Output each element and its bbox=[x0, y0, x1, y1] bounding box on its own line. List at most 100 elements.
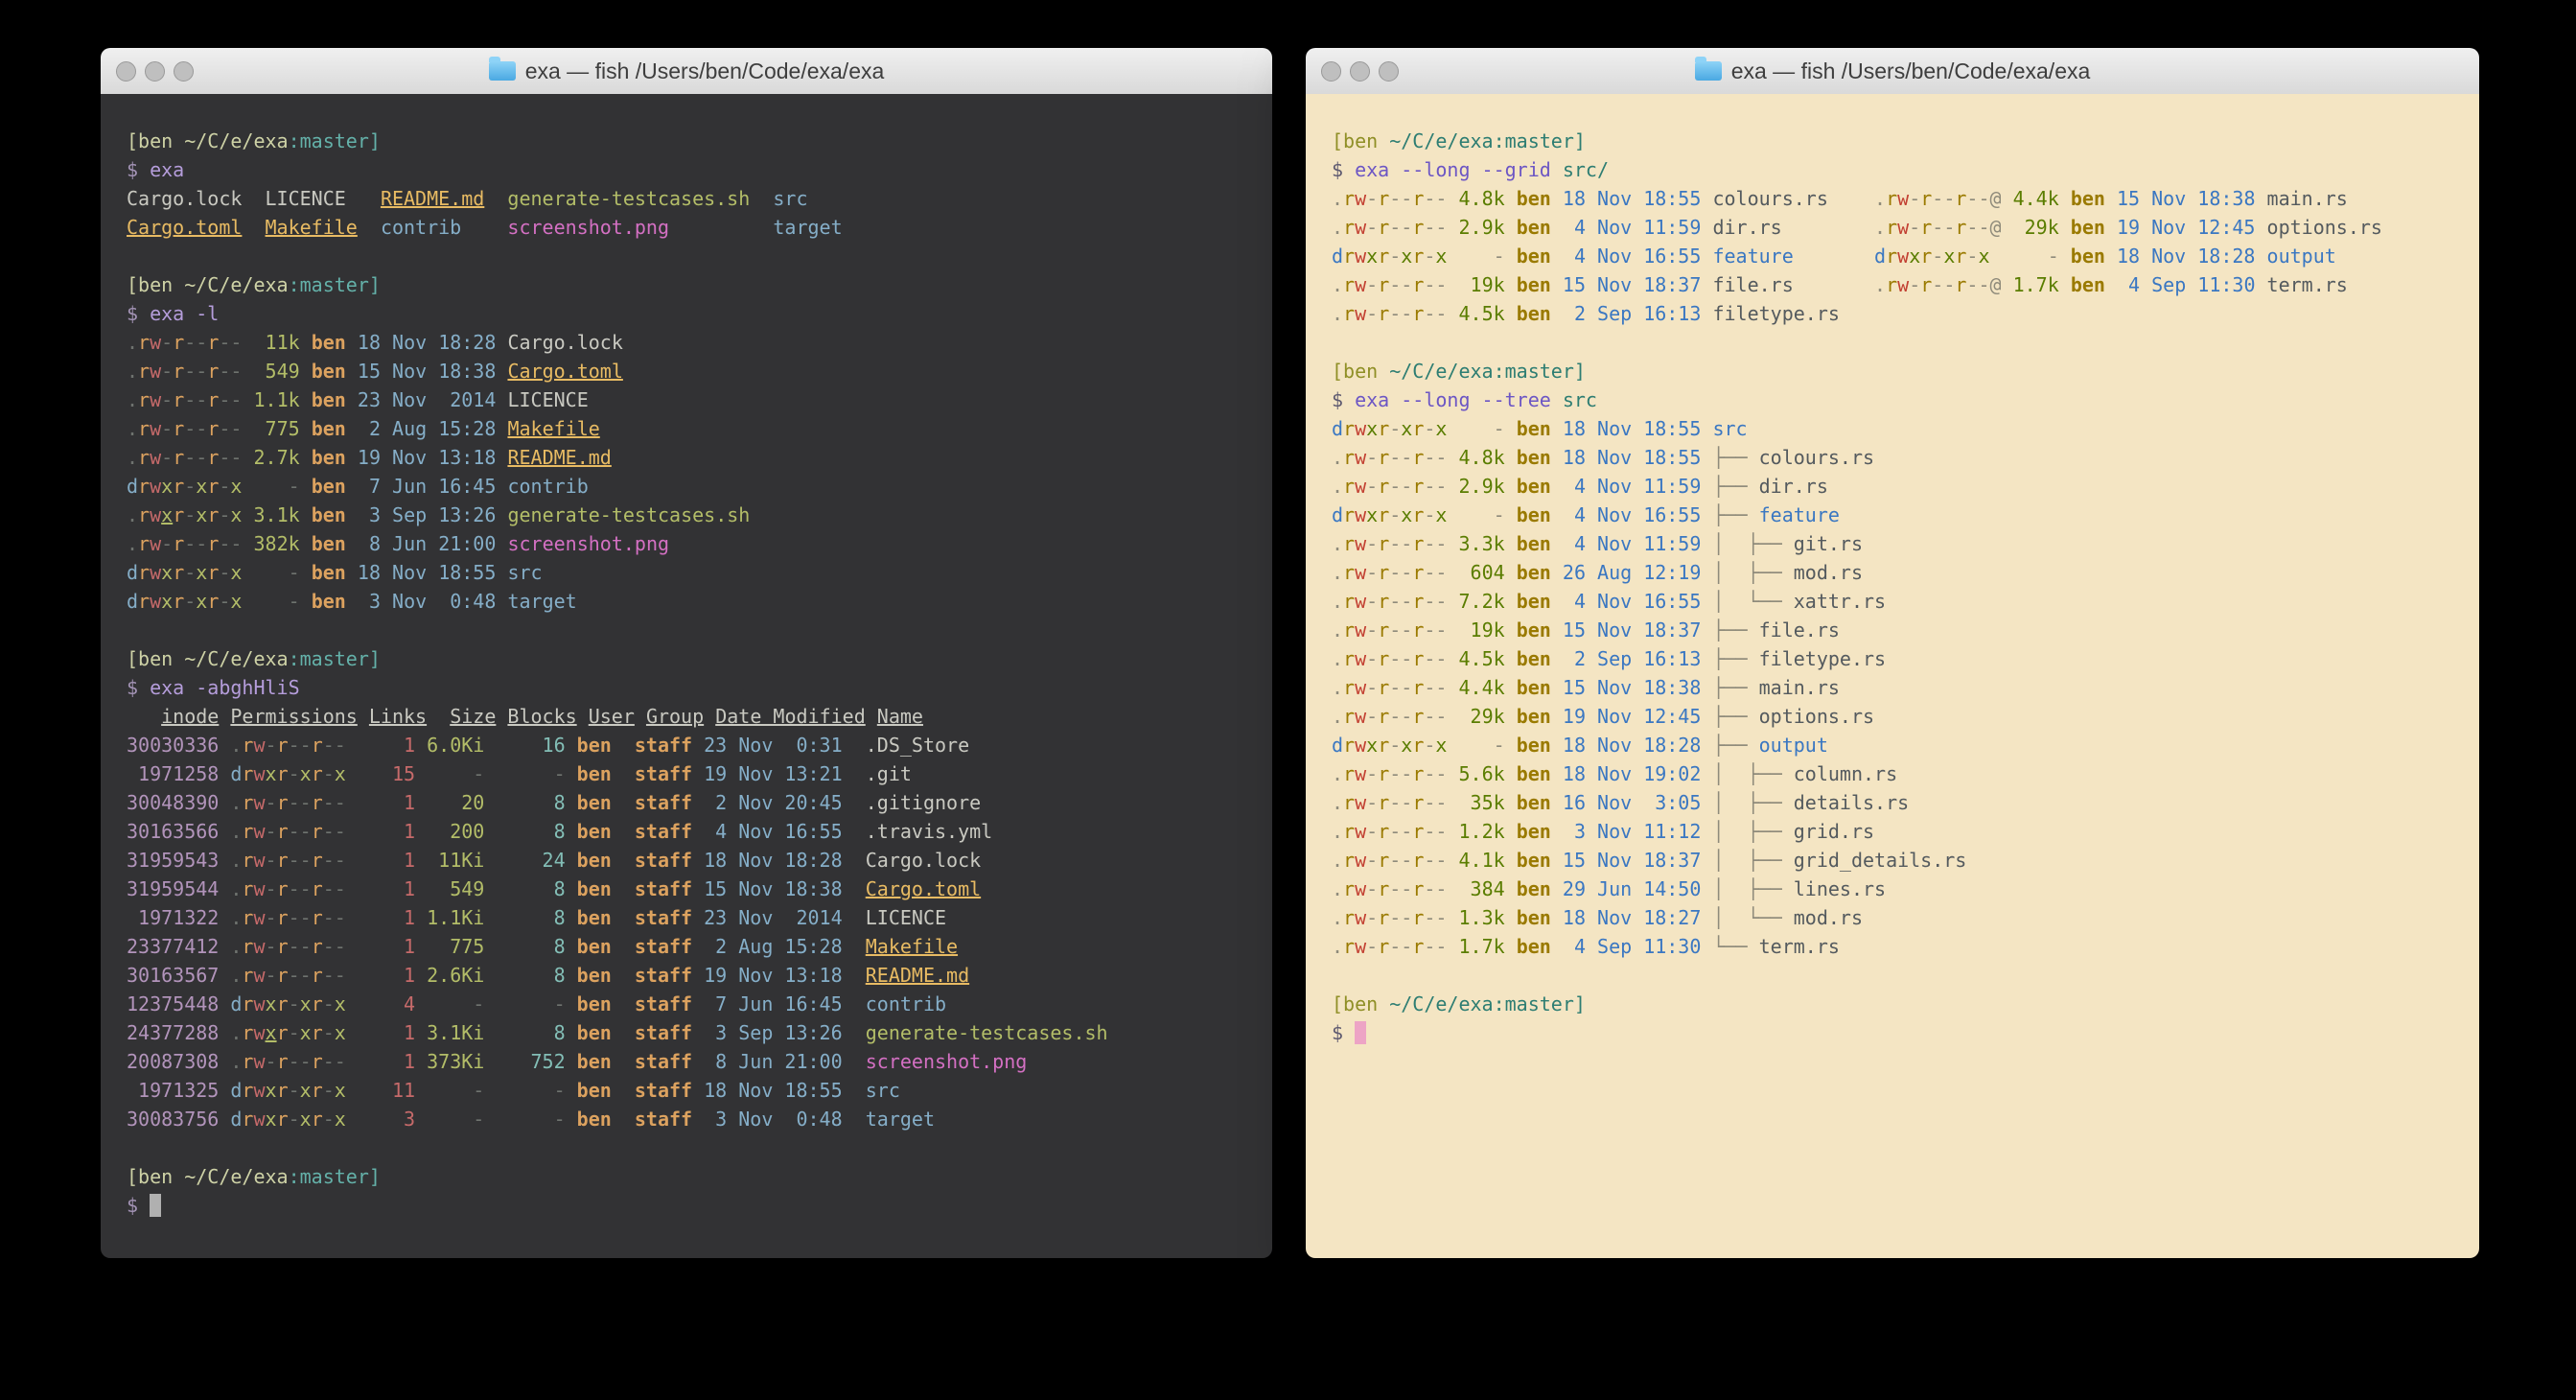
text-segment: $ bbox=[127, 158, 138, 181]
permission-char: r bbox=[277, 1108, 289, 1131]
permission-char: . bbox=[1332, 216, 1343, 239]
text-segment: ben bbox=[1505, 302, 1551, 325]
permission-char: r bbox=[1378, 877, 1389, 900]
permission-char: . bbox=[1332, 187, 1343, 210]
terminal-line: .rw-r--r-- 1.7k ben 4 Sep 11:30 └── term… bbox=[1332, 932, 2479, 961]
permission-char: r bbox=[1378, 532, 1389, 555]
text-segment: Cargo.lock bbox=[127, 187, 242, 210]
text-segment: 23 Nov 0:31 bbox=[692, 734, 843, 757]
permission-char: - bbox=[1966, 187, 1978, 210]
permission-char: - bbox=[323, 849, 335, 872]
text-segment: ben bbox=[1505, 791, 1551, 814]
permission-char: r bbox=[1412, 590, 1424, 613]
text-segment: 1.7k bbox=[2002, 273, 2059, 296]
permission-char: - bbox=[300, 1050, 312, 1073]
permission-char: - bbox=[184, 503, 196, 526]
text-segment bbox=[219, 791, 230, 814]
text-segment: 1 bbox=[346, 1050, 415, 1073]
minimize-button[interactable] bbox=[1350, 61, 1370, 82]
permission-char: r bbox=[312, 1050, 323, 1073]
permission-char: . bbox=[1332, 762, 1343, 785]
permission-char: r bbox=[1343, 503, 1355, 526]
permission-char: r bbox=[1343, 561, 1355, 584]
close-button[interactable] bbox=[116, 61, 136, 82]
permission-char: . bbox=[1332, 877, 1343, 900]
text-segment: Size bbox=[450, 705, 496, 728]
permission-char: x bbox=[230, 590, 242, 613]
text-segment: options.rs bbox=[2267, 216, 2382, 239]
permission-char: - bbox=[1366, 187, 1378, 210]
permission-char: r bbox=[138, 561, 150, 584]
text-segment: options.rs bbox=[1759, 705, 1874, 728]
text-segment: 6.0Ki bbox=[415, 734, 484, 757]
permission-char: w bbox=[1355, 273, 1366, 296]
permission-char: - bbox=[1401, 676, 1412, 699]
permission-char: w bbox=[150, 532, 161, 555]
permission-char: r bbox=[207, 360, 219, 383]
text-segment: ben bbox=[1505, 906, 1551, 929]
zoom-button[interactable] bbox=[174, 61, 194, 82]
text-segment: ben bbox=[1505, 705, 1551, 728]
permission-char: r bbox=[1412, 273, 1424, 296]
permission-char: - bbox=[184, 590, 196, 613]
permission-char: - bbox=[1966, 245, 1978, 268]
permission-char: - bbox=[266, 877, 277, 900]
text-segment: ben staff bbox=[566, 877, 692, 900]
text-segment: README.md bbox=[866, 964, 969, 987]
text-segment: ben bbox=[1505, 590, 1551, 613]
permission-char: - bbox=[1435, 791, 1447, 814]
permission-char: . bbox=[230, 734, 242, 757]
text-segment: mod.rs bbox=[1794, 906, 1863, 929]
permission-char: r bbox=[242, 1079, 253, 1102]
text-segment: 19k bbox=[1447, 273, 1504, 296]
permission-char: - bbox=[1389, 820, 1401, 843]
terminal-screen[interactable]: [ben ~/C/e/exa:master]$ exaCargo.lock LI… bbox=[101, 94, 1272, 1258]
text-segment: 23377412 bbox=[127, 935, 219, 958]
text-segment: - bbox=[1447, 245, 1504, 268]
permission-char: - bbox=[1389, 475, 1401, 498]
close-button[interactable] bbox=[1321, 61, 1341, 82]
text-segment bbox=[496, 331, 507, 354]
permission-char: - bbox=[289, 1108, 300, 1131]
zoom-button[interactable] bbox=[1379, 61, 1399, 82]
permission-char: - bbox=[335, 791, 346, 814]
text-segment: [ben ~/C/e/exa bbox=[127, 647, 289, 670]
permission-char: r bbox=[173, 360, 184, 383]
text-segment: Makefile bbox=[866, 935, 958, 958]
terminal-line: .rw-r--r-- 2.7k ben 19 Nov 13:18 README.… bbox=[127, 443, 1272, 472]
text-segment: 4.4k bbox=[1447, 676, 1504, 699]
text-segment bbox=[127, 705, 161, 728]
terminal-line: .rw-r--r-- 11k ben 18 Nov 18:28 Cargo.lo… bbox=[127, 328, 1272, 357]
text-segment: 8 Jun 21:00 bbox=[346, 532, 497, 555]
permission-char: r bbox=[1343, 216, 1355, 239]
permission-char: . bbox=[1332, 647, 1343, 670]
permission-char: r bbox=[277, 992, 289, 1015]
permission-char: r bbox=[1343, 302, 1355, 325]
text-segment: 604 bbox=[1447, 561, 1504, 584]
permission-char: r bbox=[207, 446, 219, 469]
text-segment: 8 bbox=[484, 791, 565, 814]
text-segment: Date Modified bbox=[715, 705, 866, 728]
permission-char: - bbox=[266, 964, 277, 987]
permission-char: - bbox=[335, 734, 346, 757]
permission-char: r bbox=[1378, 762, 1389, 785]
text-segment: src bbox=[1712, 417, 1747, 440]
text-segment bbox=[843, 906, 866, 929]
permission-char: r bbox=[1343, 618, 1355, 642]
text-segment bbox=[704, 705, 715, 728]
title-bar[interactable]: exa — fish /Users/ben/Code/exa/exa bbox=[1306, 48, 2479, 95]
permission-char: r bbox=[1343, 762, 1355, 785]
text-segment: ~/C/e/exa:master] bbox=[1389, 360, 1586, 383]
terminal-line: $ exa --long --grid src/ bbox=[1332, 155, 2479, 184]
permission-char: - bbox=[219, 417, 230, 440]
text-segment: 15 Nov 18:38 bbox=[2105, 187, 2256, 210]
permission-char: x bbox=[196, 590, 207, 613]
permission-char: r bbox=[1412, 762, 1424, 785]
permission-char: - bbox=[323, 935, 335, 958]
title-bar[interactable]: exa — fish /Users/ben/Code/exa/exa bbox=[101, 48, 1272, 95]
permission-char: - bbox=[1435, 935, 1447, 958]
terminal-screen[interactable]: [ben ~/C/e/exa:master]$ exa --long --gri… bbox=[1306, 94, 2479, 1258]
text-segment: 2.7k bbox=[242, 446, 299, 469]
permission-char: - bbox=[1389, 877, 1401, 900]
minimize-button[interactable] bbox=[145, 61, 165, 82]
